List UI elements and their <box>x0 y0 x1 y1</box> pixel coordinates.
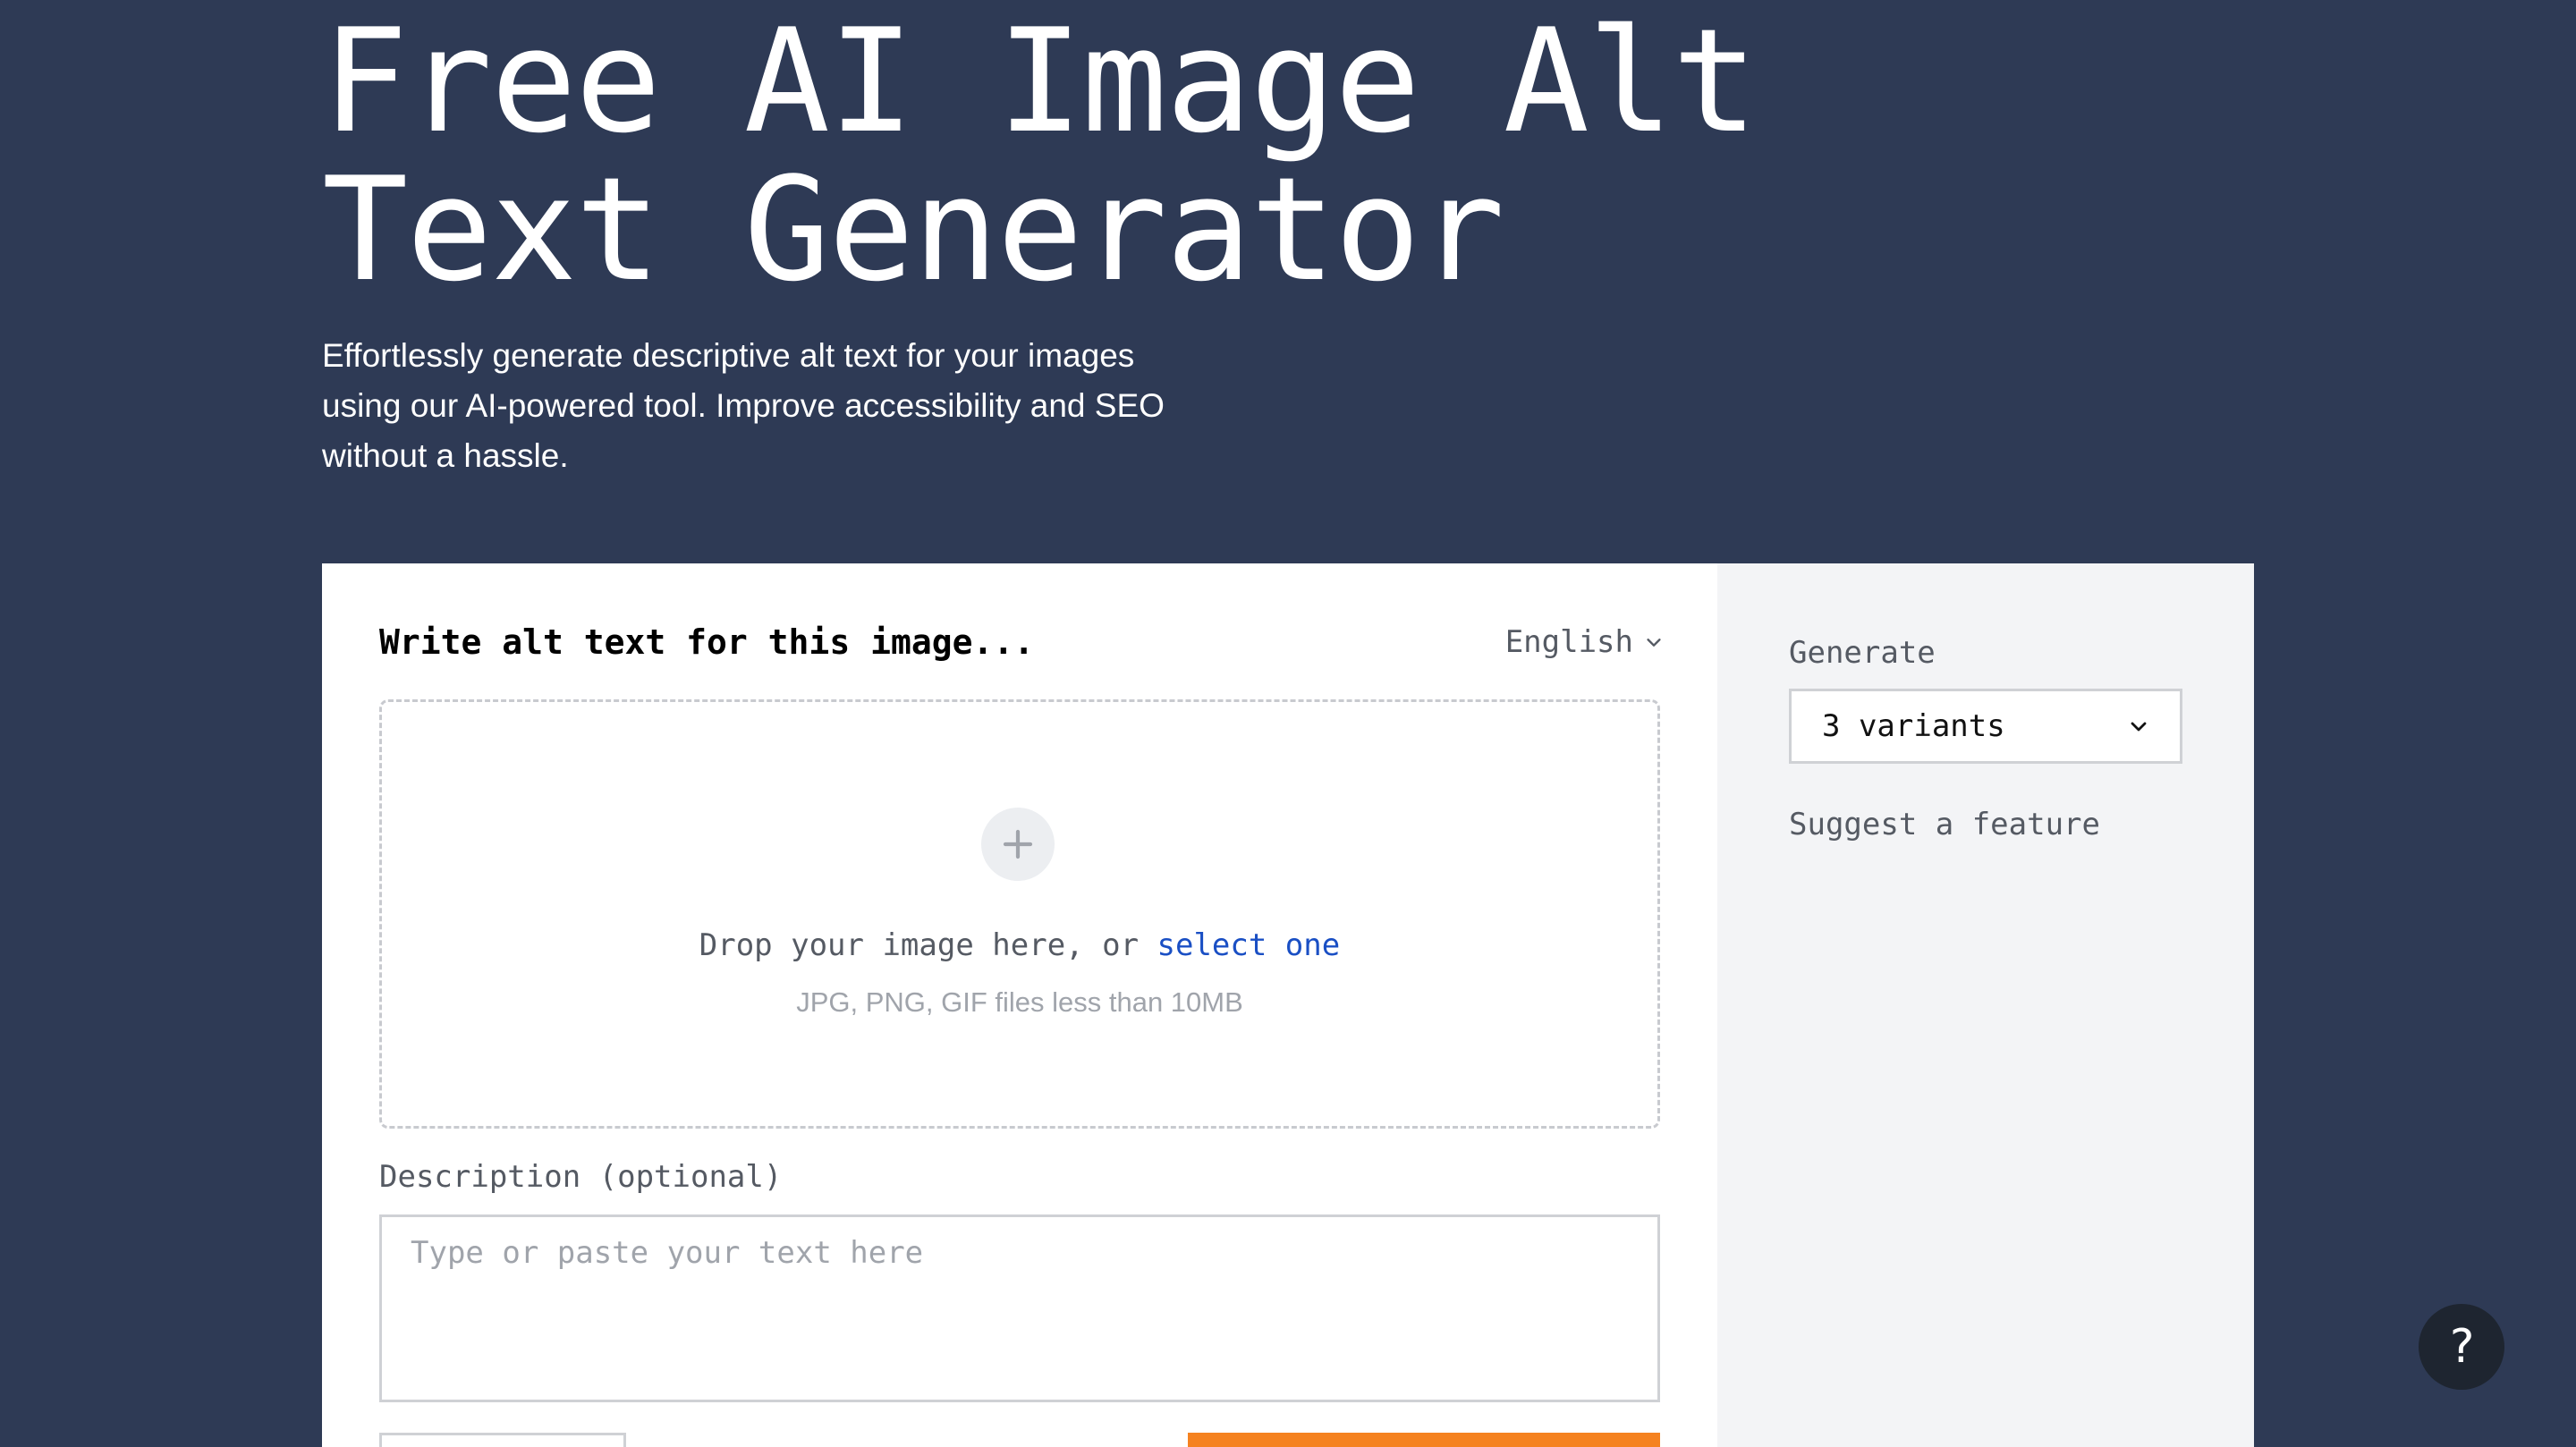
language-value: English <box>1504 624 1633 660</box>
chevron-down-icon <box>2131 722 2147 732</box>
dropzone-hint: JPG, PNG, GIF files less than 10MB <box>796 986 1243 1018</box>
secondary-button[interactable] <box>379 1433 626 1447</box>
page: Free AI Image Alt Text Generator Effortl… <box>0 0 2576 1447</box>
add-image-button[interactable] <box>981 808 1055 881</box>
plus-icon <box>1003 829 1033 859</box>
page-title: Free AI Image Alt Text Generator <box>322 0 1758 313</box>
settings-panel: Generate 3 variants Suggest a feature <box>1717 563 2254 1447</box>
chevron-down-icon <box>1647 639 1661 647</box>
image-dropzone[interactable]: Drop your image here, or select one JPG,… <box>379 699 1660 1129</box>
dropzone-prompt: Drop your image here, or select one <box>382 927 1657 963</box>
variants-select[interactable]: 3 variants <box>1789 689 2182 764</box>
generate-button[interactable] <box>1188 1433 1660 1447</box>
page-subtitle: Effortlessly generate descriptive alt te… <box>322 337 1165 474</box>
generate-label: Generate <box>1789 635 1936 671</box>
description-label: Description (optional) <box>379 1159 783 1195</box>
help-button[interactable]: ? <box>2419 1304 2504 1390</box>
suggest-feature-link[interactable]: Suggest a feature <box>1789 807 2100 842</box>
description-input[interactable] <box>379 1214 1660 1402</box>
dropzone-prompt-text: Drop your image here, or <box>699 927 1157 963</box>
language-select[interactable]: English <box>1505 624 1664 660</box>
tool-main-panel: Write alt text for this image... English… <box>322 563 1717 1447</box>
tool-heading: Write alt text for this image... <box>379 622 1035 662</box>
select-image-link[interactable]: select one <box>1157 927 1341 963</box>
variants-value: 3 variants <box>1822 708 2005 744</box>
tool-card: Write alt text for this image... English… <box>322 563 2254 1447</box>
